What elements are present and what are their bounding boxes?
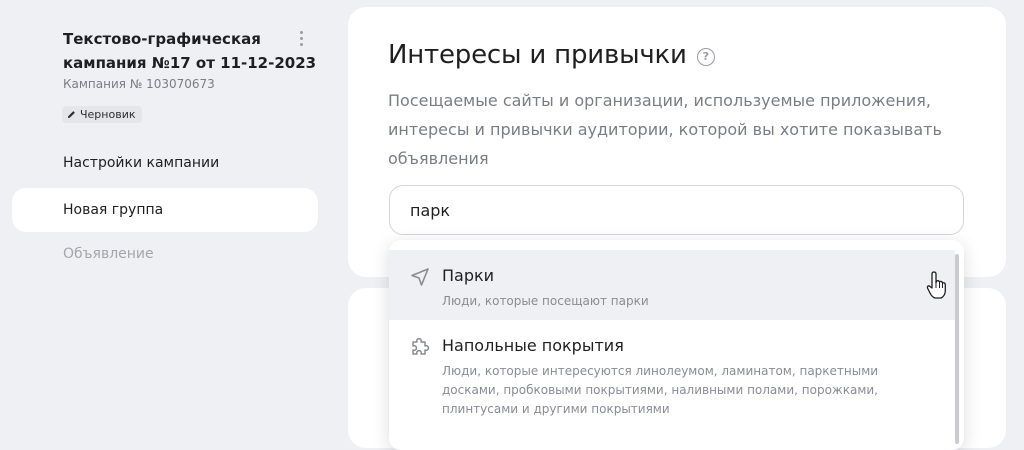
campaign-title-line2: кампания №17 от 11-12-2023	[63, 54, 317, 72]
sidebar: Текстово-графическая кампания №17 от 11-…	[0, 0, 330, 438]
dropdown-scrollbar[interactable]	[955, 254, 959, 444]
suggestion-description: Люди, которые интересуются линолеумом, л…	[442, 364, 879, 416]
sidebar-item-new-group[interactable]: Новая группа	[12, 188, 318, 232]
section-title-text: Интересы и привычки	[388, 40, 687, 70]
campaign-number: Кампания № 103070673	[63, 77, 215, 91]
more-icon[interactable]	[296, 31, 306, 51]
help-icon[interactable]: ?	[696, 47, 715, 66]
suggestions-dropdown: Парки Люди, которые посещают парки Напол…	[389, 240, 964, 450]
status-badge: Черновик	[62, 106, 142, 123]
suggestion-title: Парки	[442, 266, 495, 285]
campaign-title-line1: Текстово-графическая	[63, 30, 261, 48]
location-arrow-icon	[411, 268, 429, 286]
status-badge-label: Черновик	[80, 108, 136, 121]
suggestion-item-parks[interactable]: Парки Люди, которые посещают парки	[389, 250, 955, 320]
sidebar-item-campaign-settings[interactable]: Настройки кампании	[12, 141, 318, 185]
suggestion-item-floor-coverings[interactable]: Напольные покрытия Люди, которые интерес…	[389, 320, 955, 430]
suggestion-title: Напольные покрытия	[442, 336, 624, 355]
puzzle-icon	[412, 337, 430, 355]
sidebar-item-ad[interactable]: Объявление	[12, 232, 318, 276]
pencil-icon	[67, 111, 75, 119]
section-description: Посещаемые сайты и организации, использу…	[388, 91, 942, 168]
section-title: Интересы и привычки ?	[388, 40, 715, 70]
interests-search-input[interactable]	[389, 185, 964, 235]
suggestion-description: Люди, которые посещают парки	[442, 294, 649, 308]
campaign-title: Текстово-графическая кампания №17 от 11-…	[63, 27, 317, 75]
